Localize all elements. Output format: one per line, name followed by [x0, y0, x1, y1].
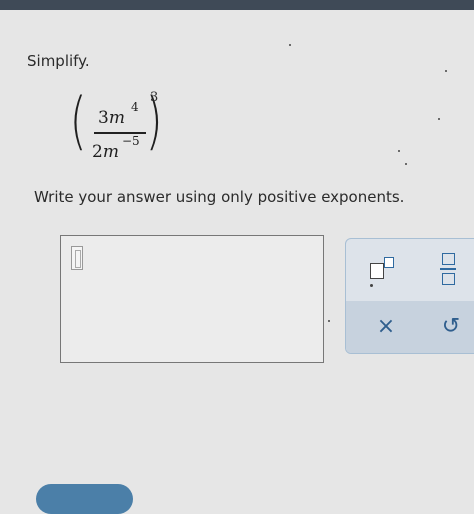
screen-speck	[445, 70, 447, 72]
denominator-exp: −5	[122, 134, 140, 148]
answer-input[interactable]	[60, 235, 324, 363]
screen-speck	[289, 44, 291, 46]
numerator-var: m	[108, 108, 125, 128]
numerator-coef: 3	[98, 108, 109, 128]
math-expression: ( 3m 4 2m −5 )	[70, 90, 172, 168]
fraction-bottom-box	[442, 273, 455, 285]
screen-speck	[405, 163, 407, 165]
prompt-text: Simplify.	[27, 52, 90, 70]
fraction-top-box	[442, 253, 455, 265]
input-placeholder-slot[interactable]	[71, 246, 83, 270]
numerator: 3m 4	[98, 100, 139, 128]
undo-button[interactable]: ↺	[434, 311, 468, 341]
instruction-text: Write your answer using only positive ex…	[34, 188, 405, 206]
numerator-exp: 4	[131, 100, 139, 114]
screen-speck	[398, 150, 400, 152]
outer-exponent: 3	[150, 90, 159, 105]
denominator-coef: 2	[92, 142, 103, 162]
top-bar	[0, 0, 474, 10]
exponent-power-box	[384, 257, 394, 268]
exponent-base-box	[370, 263, 384, 279]
check-button[interactable]	[36, 484, 133, 514]
math-toolbar: × ↺	[345, 238, 474, 354]
denominator: 2m −5	[92, 134, 140, 162]
screen-speck	[370, 284, 373, 287]
fraction-template-icon[interactable]	[434, 251, 464, 287]
screen-speck	[328, 320, 330, 322]
exponent-template-icon[interactable]	[366, 255, 396, 283]
fraction-bar-line	[440, 268, 456, 270]
left-paren: (	[69, 84, 87, 157]
screen-speck	[438, 118, 440, 120]
clear-button[interactable]: ×	[366, 311, 406, 341]
denominator-var: m	[102, 142, 119, 162]
